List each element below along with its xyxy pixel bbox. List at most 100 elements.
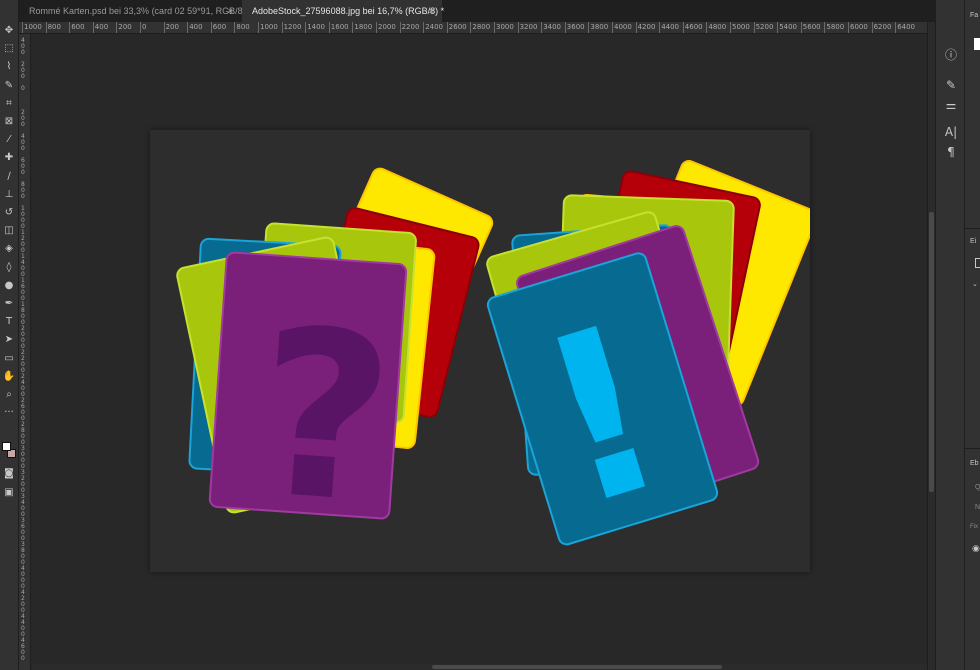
hand-tool[interactable]: ✋ xyxy=(1,370,17,384)
panel-title-ebenen[interactable]: Eb xyxy=(970,460,979,467)
ruler-tick xyxy=(564,22,566,33)
ruler-tick xyxy=(399,22,401,33)
horizontal-scrollbar[interactable] xyxy=(32,664,927,670)
ruler-label: 400 xyxy=(21,37,25,56)
ruler-label: 2600 xyxy=(448,23,467,31)
ruler-label: 400 xyxy=(94,23,109,31)
ruler-tick xyxy=(140,22,141,33)
foreground-color-swatch[interactable] xyxy=(2,442,11,451)
blend-mode-select[interactable]: N xyxy=(975,504,980,511)
info-icon[interactable]: ⓘ xyxy=(942,47,960,63)
tab-romme-karten[interactable]: Rommé Karten.psd bei 33,3% (card 02 59*9… xyxy=(19,0,252,22)
horizontal-ruler[interactable]: 1000 800 600 400 200 0 200 400 600 800 1000 1200 140… xyxy=(19,22,927,34)
paint-bucket-tool[interactable]: ◈ xyxy=(1,242,17,256)
ruler-tick xyxy=(116,22,118,33)
ruler-label: 2800 xyxy=(21,421,25,446)
more-tools[interactable]: ··· xyxy=(1,406,17,420)
foreground-color-swatch[interactable] xyxy=(974,38,980,50)
healing-tool[interactable]: ✚ xyxy=(1,151,17,165)
tab-label: Rommé Karten.psd bei 33,3% (card 02 59*9… xyxy=(29,6,252,16)
ruler-label: 4600 xyxy=(21,637,25,662)
visibility-eye-icon[interactable]: ◉ xyxy=(972,543,980,554)
ruler-tick xyxy=(258,22,259,33)
ruler-tick xyxy=(328,22,330,33)
quick-select-tool[interactable]: ✎ xyxy=(1,79,17,93)
ruler-tick xyxy=(753,22,755,33)
brush-settings-icon[interactable]: ✎ xyxy=(942,77,960,93)
chevron-down-icon[interactable]: ⌄ xyxy=(972,280,978,288)
ruler-tick xyxy=(612,22,613,33)
ruler-label: 3600 xyxy=(566,23,585,31)
crop-tool[interactable]: ⌗ xyxy=(1,97,17,111)
ruler-label: 800 xyxy=(21,181,25,200)
ruler-label: 200 xyxy=(118,23,132,31)
panel-title-farbe[interactable]: Fa xyxy=(970,12,978,19)
ruler-label: 2400 xyxy=(425,23,444,31)
blur-tool[interactable]: ◊ xyxy=(1,261,17,275)
ruler-label: 600 xyxy=(21,157,25,176)
ruler-label: 600 xyxy=(212,23,227,31)
character-icon[interactable]: A| xyxy=(942,124,960,140)
ruler-label: 1600 xyxy=(330,23,349,31)
ruler-label: 400 xyxy=(189,23,203,31)
marquee-tool[interactable]: ⬚ xyxy=(1,42,17,56)
vertical-ruler[interactable]: 400 200 0 200 400 600 800 1000 1200 1400 1600 1800 2… xyxy=(19,34,31,670)
paragraph-icon[interactable]: ¶ xyxy=(942,144,960,160)
document-canvas[interactable]: ? ! xyxy=(150,130,810,572)
tab-adobestock[interactable]: AdobeStock_27596088.jpg bei 16,7% (RGB/8… xyxy=(242,0,444,22)
ruler-tick xyxy=(895,22,897,33)
stamp-tool[interactable]: ⊥ xyxy=(1,188,17,202)
ruler-label: 3200 xyxy=(519,23,538,31)
eraser-tool[interactable]: ◫ xyxy=(1,224,17,238)
ruler-label: 3600 xyxy=(21,517,25,542)
shape-tool[interactable]: ▭ xyxy=(1,352,17,366)
ruler-tick xyxy=(800,22,802,33)
panel-title-eigenschaften[interactable]: Ei xyxy=(970,238,976,245)
ruler-label: 5800 xyxy=(826,23,845,31)
panel-icon-strip: ⓘ ✎ ⚌ A| ¶ xyxy=(935,0,965,670)
ruler-tick xyxy=(281,22,283,33)
ruler-tick xyxy=(376,22,377,33)
scrollbar-thumb[interactable] xyxy=(432,665,722,669)
ruler-label: 3800 xyxy=(21,541,25,566)
lasso-tool[interactable]: ⌇ xyxy=(1,60,17,74)
ruler-label: 4400 xyxy=(21,613,25,638)
ruler-tick xyxy=(848,22,849,33)
ruler-tick xyxy=(730,22,731,33)
ruler-tick xyxy=(234,22,236,33)
ruler-tick xyxy=(470,22,472,33)
zoom-tool[interactable]: ⌕ xyxy=(1,388,17,402)
ruler-label: 3000 xyxy=(21,445,25,470)
close-icon[interactable]: × xyxy=(429,0,434,22)
ruler-label: 5200 xyxy=(755,23,774,31)
frame-tool[interactable]: ⊠ xyxy=(1,115,17,129)
pen-tool[interactable]: ✒ xyxy=(1,297,17,311)
screen-mode-icon[interactable]: ▣ xyxy=(1,486,17,500)
ruler-label: 2200 xyxy=(401,23,420,31)
ruler-label: 2400 xyxy=(21,373,25,398)
vertical-scrollbar[interactable] xyxy=(927,22,935,670)
layer-search-icon[interactable]: Q xyxy=(975,484,980,491)
ruler-label: 3200 xyxy=(21,469,25,494)
dodge-tool[interactable]: ● xyxy=(1,279,17,293)
path-select-tool[interactable]: ➤ xyxy=(1,333,17,347)
adjustments-icon[interactable]: ⚌ xyxy=(942,97,960,113)
history-brush-tool[interactable]: ↺ xyxy=(1,206,17,220)
ruler-label: 3800 xyxy=(590,23,609,31)
ruler-label: 1000 xyxy=(260,23,278,31)
quick-mask-icon[interactable]: ◙ xyxy=(1,467,17,481)
type-tool[interactable]: T xyxy=(1,315,17,329)
scrollbar-thumb[interactable] xyxy=(929,212,934,492)
ruler-tick xyxy=(659,22,661,33)
eyedropper-tool[interactable]: ⁄ xyxy=(1,133,17,147)
ruler-tick xyxy=(871,22,873,33)
move-tool[interactable]: ✥ xyxy=(1,24,17,38)
ruler-tick xyxy=(187,22,189,33)
ruler-tick xyxy=(446,22,448,33)
ruler-label: 4600 xyxy=(684,23,703,31)
ruler-label: 2600 xyxy=(21,397,25,422)
brush-tool[interactable]: ∕ xyxy=(1,170,17,184)
close-icon[interactable]: × xyxy=(228,0,233,22)
ruler-label: 800 xyxy=(236,23,250,31)
canvas-area[interactable]: ? ! xyxy=(32,34,927,664)
